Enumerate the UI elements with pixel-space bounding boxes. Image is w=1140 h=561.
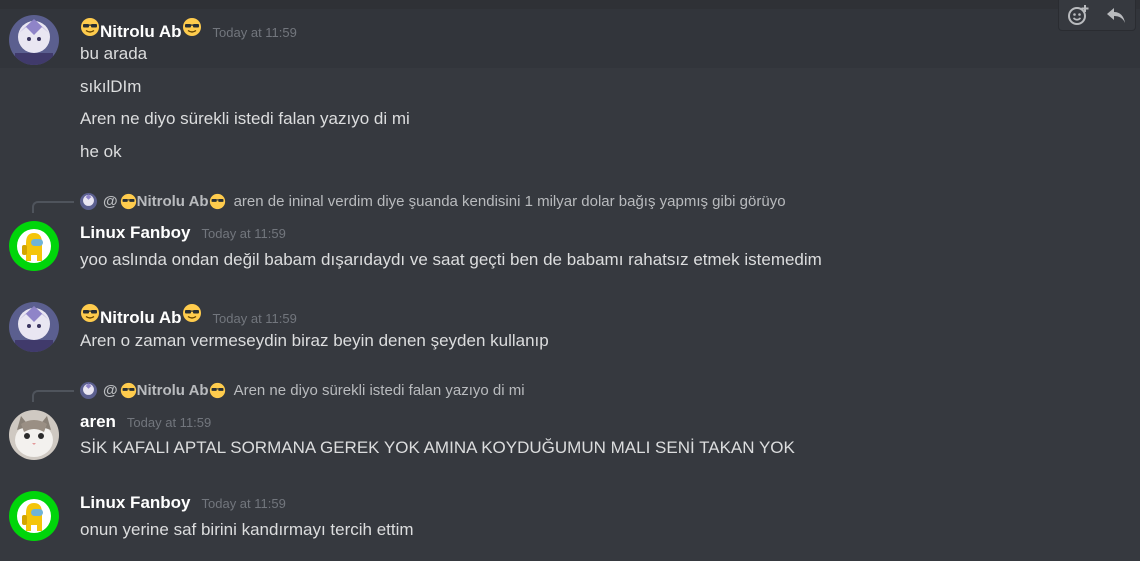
message-text: bu arada — [80, 44, 148, 63]
timestamp: Today at 11:59 — [201, 226, 286, 241]
reply-connector — [32, 390, 74, 402]
timestamp: Today at 11:59 — [201, 496, 286, 511]
mention-prefix: @ — [103, 193, 118, 210]
reply-avatar — [80, 193, 97, 210]
chat-messages: Nitrolu Ab Today at 11:59 bu arada sıkıl… — [0, 0, 1140, 561]
sunglasses-emoji-icon — [80, 303, 100, 323]
reply-username: Nitrolu Ab — [136, 193, 209, 210]
username[interactable]: Nitrolu Ab — [100, 308, 182, 328]
sunglasses-emoji-icon — [120, 382, 137, 399]
username[interactable]: Linux Fanboy — [80, 223, 191, 243]
reply-text: Aren ne diyo sürekli istedi falan yazıyo… — [233, 382, 525, 399]
avatar[interactable] — [9, 15, 59, 65]
reply-preview[interactable]: @ Nitrolu Ab aren de ininal verdim diye … — [80, 193, 786, 210]
username[interactable]: Nitrolu Ab — [100, 22, 182, 42]
username[interactable]: Linux Fanboy — [80, 493, 191, 513]
sunglasses-emoji-icon — [120, 193, 137, 210]
reply-preview[interactable]: @ Nitrolu Ab Aren ne diyo sürekli istedi… — [80, 382, 525, 399]
sunglasses-emoji-icon — [182, 303, 202, 323]
username[interactable]: aren — [80, 412, 116, 432]
message-text: SİK KAFALI APTAL SORMANA GEREK YOK AMINA… — [80, 438, 795, 457]
reply-icon[interactable] — [1102, 1, 1130, 29]
avatar[interactable] — [9, 491, 59, 541]
message-text: onun yerine saf birini kandırmayı tercih… — [80, 520, 414, 539]
message-text: sıkılDIm — [80, 77, 142, 96]
sunglasses-emoji-icon — [80, 17, 100, 37]
avatar[interactable] — [9, 302, 59, 352]
message-text: he ok — [80, 142, 122, 161]
sunglasses-emoji-icon — [182, 17, 202, 37]
timestamp: Today at 11:59 — [212, 25, 297, 40]
add-reaction-icon[interactable] — [1064, 1, 1092, 29]
sunglasses-emoji-icon — [209, 382, 226, 399]
message-text: yoo aslında ondan değil babam dışarıdayd… — [80, 250, 822, 269]
reply-username: Nitrolu Ab — [136, 382, 209, 399]
reply-text: aren de ininal verdim diye şuanda kendis… — [233, 193, 786, 210]
timestamp: Today at 11:59 — [212, 311, 297, 326]
message-actions-toolbar — [1058, 0, 1136, 31]
message-text: Aren ne diyo sürekli istedi falan yazıyo… — [80, 109, 410, 128]
avatar[interactable] — [9, 410, 59, 460]
sunglasses-emoji-icon — [209, 193, 226, 210]
timestamp: Today at 11:59 — [126, 415, 212, 430]
mention-prefix: @ — [103, 382, 118, 399]
reply-avatar — [80, 382, 97, 399]
top-edge — [0, 0, 1140, 9]
avatar[interactable] — [9, 221, 59, 271]
reply-connector — [32, 201, 74, 213]
message-text: Aren o zaman vermeseydin biraz beyin den… — [80, 331, 549, 350]
